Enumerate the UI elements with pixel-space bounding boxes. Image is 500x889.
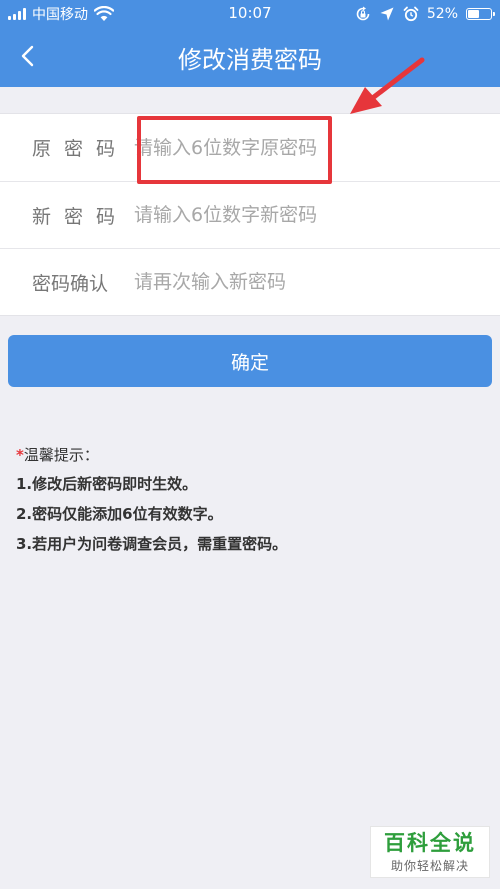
page-title: 修改消费密码 [178,46,322,74]
alarm-icon [403,6,419,22]
password-form: 原密码 新密码 密码确认 [0,113,500,316]
old-password-label: 原密码 [32,138,129,160]
nav-bar: 修改消费密码 [0,28,500,87]
old-password-input[interactable] [134,127,500,168]
old-password-row: 原密码 [0,114,500,181]
new-password-label: 新密码 [32,205,129,228]
new-password-input[interactable] [134,195,500,235]
confirm-password-label: 密码确认 [32,272,109,295]
tips-section: *温馨提示： 1.修改后新密码即时生效。 2.密码仅能添加6位有效数字。 3.若… [16,442,486,559]
watermark-logo: 百科全说 助你轻松解决 [370,826,490,878]
tips-title: *温馨提示： [16,442,486,469]
tips-title-text: 温馨提示： [23,446,99,464]
app-screen: 中国移动 10:07 52% 修改消费密码 原密码 请输入6位数字原密码 新密码… [0,0,500,889]
watermark-main-text: 百科全说 [384,831,476,855]
new-password-row: 新密码 [0,181,500,248]
tips-item: 2.密码仅能添加6位有效数字。 [16,505,223,523]
confirm-button[interactable]: 确定 [8,335,492,387]
battery-icon [466,8,495,20]
status-bar: 中国移动 10:07 52% [0,0,500,28]
required-star: * [16,446,24,464]
confirm-password-input[interactable] [134,262,500,302]
location-arrow-icon [380,7,394,21]
tips-item: 1.修改后新密码即时生效。 [16,475,198,493]
rotation-lock-icon [356,6,370,21]
header: 中国移动 10:07 52% 修改消费密码 [0,0,500,87]
tips-item: 3.若用户为问卷调查会员，需重置密码。 [16,535,288,553]
confirm-password-row: 密码确认 [0,248,500,315]
status-right: 52% [355,5,495,23]
watermark-sub-text: 助你轻松解决 [390,859,469,873]
battery-percent: 52% [426,6,458,22]
